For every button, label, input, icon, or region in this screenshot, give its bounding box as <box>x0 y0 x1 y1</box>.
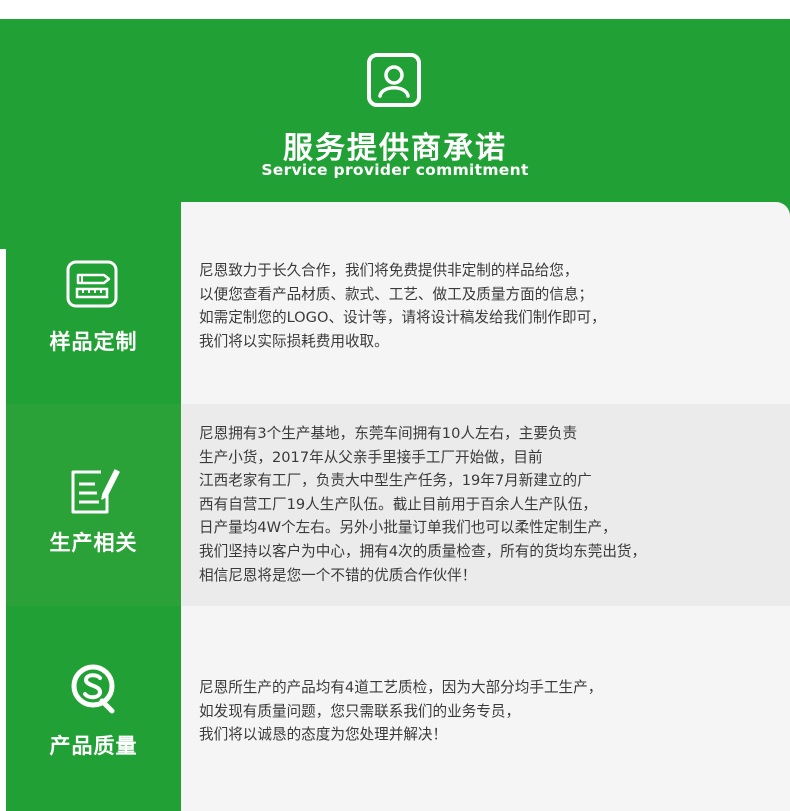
section-label-panel: 样品定制 <box>6 202 181 404</box>
description-line: 我们将以诚恳的态度为您处理并解决！ <box>199 726 448 744</box>
section-production: 生产相关 尼恩拥有3个生产基地，东莞车间拥有10人左右，主要负责 生产小货，20… <box>6 404 790 606</box>
page-subtitle: Service provider commitment <box>261 161 529 179</box>
description-line: 生产小货，2017年从父亲手里接手工厂开始做，目前 <box>199 448 543 466</box>
section-description: 尼恩所生产的产品均有4道工艺质检，因为大部分均手工生产， 如发现有质量问题，您只… <box>199 676 780 747</box>
description-line: 尼恩致力于长久合作，我们将免费提供非定制的样品给您， <box>199 262 579 279</box>
section-label-panel: 产品质量 <box>6 606 181 811</box>
document-pen-icon <box>71 469 120 514</box>
description-line: 江西老家有工厂，负责大中型生产任务，19年7月新建立的广 <box>199 472 592 490</box>
section-description: 尼恩拥有3个生产基地，东莞车间拥有10人左右，主要负责 生产小货，2017年从父… <box>199 422 780 587</box>
description-line: 尼恩所生产的产品均有4道工艺质检，因为大部分均手工生产， <box>199 679 603 696</box>
description-line: 尼恩拥有3个生产基地，东莞车间拥有10人左右，主要负责 <box>199 425 578 442</box>
section-quality: 产品质量 尼恩所生产的产品均有4道工艺质检，因为大部分均手工生产， 如发现有质量… <box>6 606 790 811</box>
section-description-panel: 尼恩所生产的产品均有4道工艺质检，因为大部分均手工生产， 如发现有质量问题，您只… <box>181 606 790 811</box>
description-line: 西有自营工厂19人生产队伍。截止目前用于百余人生产队伍， <box>199 495 598 513</box>
description-line: 我们坚持以客户为中心，拥有4次的质量检查，所有的货均东莞出货， <box>199 542 647 560</box>
description-line: 如需定制您的LOGO、设计等，请将设计稿发给我们制作即可， <box>199 309 606 327</box>
section-description: 尼恩致力于长久合作，我们将免费提供非定制的样品给您， 以便您查看产品材质、款式、… <box>199 259 780 353</box>
section-label-panel: 生产相关 <box>6 404 181 606</box>
person-icon <box>367 53 421 107</box>
section-title: 生产相关 <box>49 531 138 555</box>
description-line: 日产量均4W个左右。另外小批量订单我们也可以柔性定制生产， <box>199 519 617 537</box>
section-title: 样品定制 <box>49 330 138 354</box>
section-description-panel: 尼恩致力于长久合作，我们将免费提供非定制的样品给您， 以便您查看产品材质、款式、… <box>181 202 790 404</box>
description-line: 如发现有质量问题，您只需联系我们的业务专员， <box>199 702 521 720</box>
section-title: 产品质量 <box>49 734 138 758</box>
quality-seal-icon <box>71 664 115 714</box>
section-sample-custom: 样品定制 尼恩致力于长久合作，我们将免费提供非定制的样品给您， 以便您查看产品材… <box>6 202 790 404</box>
description-line: 相信尼恩将是您一个不错的优质合作伙伴！ <box>199 566 477 584</box>
description-line: 我们将以实际损耗费用收取。 <box>199 332 389 350</box>
description-line: 以便您查看产品材质、款式、工艺、做工及质量方面的信息； <box>199 285 594 303</box>
section-description-panel: 尼恩拥有3个生产基地，东莞车间拥有10人左右，主要负责 生产小货，2017年从父… <box>181 404 790 606</box>
commitment-card: 样品定制 尼恩致力于长久合作，我们将免费提供非定制的样品给您， 以便您查看产品材… <box>0 202 790 811</box>
ruler-pencil-icon <box>66 260 118 308</box>
